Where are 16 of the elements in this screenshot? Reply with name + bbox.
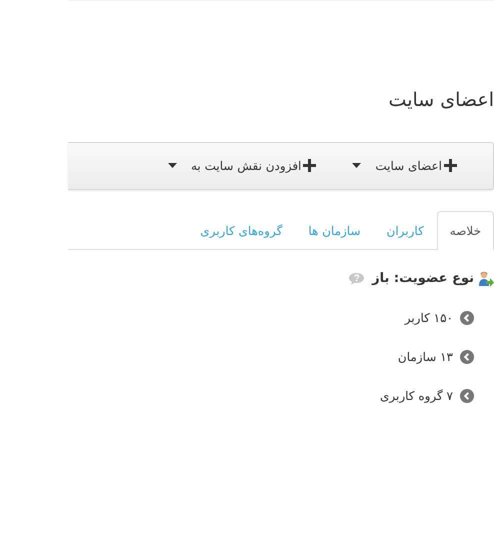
user-arrow-icon: [478, 270, 494, 287]
toolbar-dropdown-button[interactable]: افزودن نقش سایت به: [168, 156, 316, 175]
chevron-circle-icon[interactable]: [460, 389, 474, 404]
tab[interactable]: خلاصه: [436, 210, 494, 250]
stat-link[interactable]: ۱۳ سازمان: [398, 348, 453, 366]
chevron-circle-icon[interactable]: [460, 311, 474, 326]
stat-link[interactable]: ۱۵۰ کاربر: [404, 309, 453, 328]
caret-icon: [352, 163, 362, 168]
plus-icon: [444, 159, 457, 172]
caret-icon: [168, 163, 177, 168]
plus-icon: [303, 159, 316, 172]
chevron-circle-icon[interactable]: [460, 350, 474, 364]
membership-type-label: نوع عضویت: باز: [372, 270, 474, 288]
page-title: اعضای سایت: [388, 89, 494, 112]
stat-link[interactable]: ۷ گروه کاربری: [380, 387, 453, 406]
toolbar-dropdown-button[interactable]: اعضای سایت: [352, 156, 457, 175]
